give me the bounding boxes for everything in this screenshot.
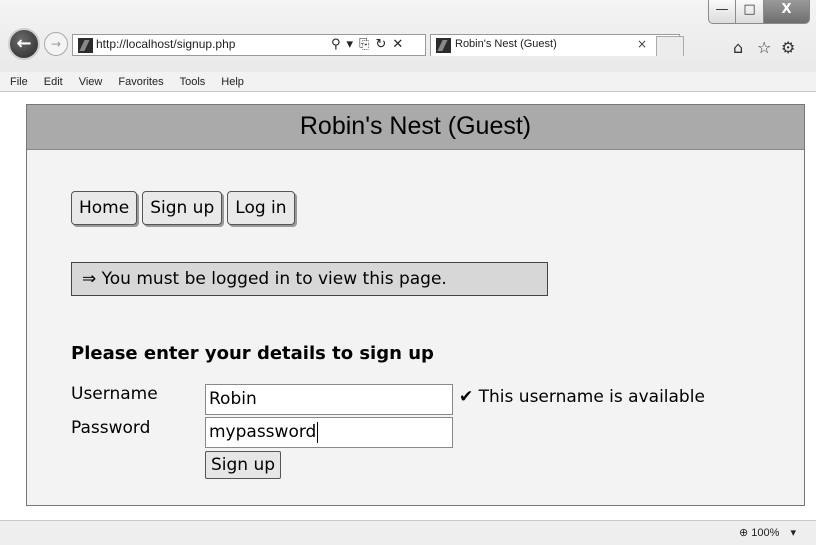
refresh-icon[interactable]: ↻ bbox=[375, 35, 387, 55]
availability-message: ✔ This username is available bbox=[459, 387, 705, 407]
home-icon[interactable]: ⌂ bbox=[733, 38, 743, 57]
zoom-icon: ⊕ bbox=[738, 527, 749, 539]
menu-file[interactable]: File bbox=[8, 76, 30, 88]
zoom-level: 100% bbox=[751, 527, 780, 539]
stop-icon[interactable]: ✕ bbox=[392, 35, 404, 55]
back-button[interactable]: ← bbox=[8, 28, 40, 60]
text-caret bbox=[317, 421, 319, 443]
menu-help[interactable]: Help bbox=[219, 76, 246, 88]
password-label: Password bbox=[71, 418, 151, 438]
page-header: Robin's Nest (Guest) bbox=[27, 105, 804, 150]
address-bar-icons: ⚲ ▾ ⎘ ↻ ✕ bbox=[331, 35, 404, 55]
search-dropdown-icon[interactable]: ▾ bbox=[347, 35, 355, 55]
site-nav: Home Sign up Log in bbox=[71, 191, 295, 225]
signup-submit-button[interactable]: Sign up bbox=[205, 451, 282, 479]
signup-nav-button[interactable]: Sign up bbox=[142, 191, 223, 225]
username-input[interactable]: Robin bbox=[205, 384, 453, 415]
close-window-button[interactable]: X bbox=[764, 0, 810, 24]
address-bar[interactable]: http://localhost/signup.php ⚲ ▾ ⎘ ↻ ✕ bbox=[72, 34, 426, 56]
site-favicon bbox=[78, 38, 93, 53]
forward-button[interactable]: → bbox=[44, 32, 68, 56]
menu-favorites[interactable]: Favorites bbox=[116, 76, 165, 88]
search-icon[interactable]: ⚲ bbox=[331, 35, 342, 55]
menu-tools[interactable]: Tools bbox=[178, 76, 208, 88]
password-input[interactable]: mypassword bbox=[205, 417, 453, 448]
zoom-dropdown-icon[interactable]: ▾ bbox=[790, 527, 796, 539]
login-button[interactable]: Log in bbox=[227, 191, 295, 225]
page-container: Robin's Nest (Guest) Home Sign up Log in… bbox=[26, 104, 805, 506]
menu-bar: File Edit View Favorites Tools Help bbox=[0, 72, 816, 92]
tab-robins-nest[interactable]: Robin's Nest (Guest) × bbox=[430, 34, 680, 56]
new-tab-button[interactable] bbox=[656, 36, 684, 56]
address-url[interactable]: http://localhost/signup.php bbox=[96, 37, 235, 51]
window-controls: — □ X bbox=[708, 0, 810, 24]
maximize-button[interactable]: □ bbox=[736, 0, 764, 24]
minimize-button[interactable]: — bbox=[708, 0, 736, 24]
username-label: Username bbox=[71, 384, 158, 404]
tab-favicon bbox=[436, 38, 451, 53]
username-value: Robin bbox=[209, 389, 257, 409]
tools-gear-icon[interactable]: ⚙ bbox=[781, 38, 795, 57]
home-button[interactable]: Home bbox=[71, 191, 138, 225]
menu-edit[interactable]: Edit bbox=[42, 76, 65, 88]
favorites-star-icon[interactable]: ☆ bbox=[757, 38, 771, 57]
browser-chrome: — □ X ← → http://localhost/signup.php ⚲ … bbox=[0, 0, 816, 72]
tab-title: Robin's Nest (Guest) bbox=[455, 38, 557, 50]
status-bar: ⊕ 100% ▾ bbox=[0, 520, 816, 545]
page-viewport: Robin's Nest (Guest) Home Sign up Log in… bbox=[0, 92, 816, 520]
signup-heading: Please enter your details to sign up bbox=[71, 343, 434, 364]
zoom-control[interactable]: ⊕ 100% ▾ bbox=[739, 526, 796, 539]
password-value: mypassword bbox=[209, 422, 317, 442]
menu-view[interactable]: View bbox=[77, 76, 105, 88]
login-notice: ⇒ You must be logged in to view this pag… bbox=[71, 262, 548, 296]
compatibility-view-icon[interactable]: ⎘ bbox=[359, 35, 370, 55]
tab-close-icon[interactable]: × bbox=[637, 37, 647, 51]
